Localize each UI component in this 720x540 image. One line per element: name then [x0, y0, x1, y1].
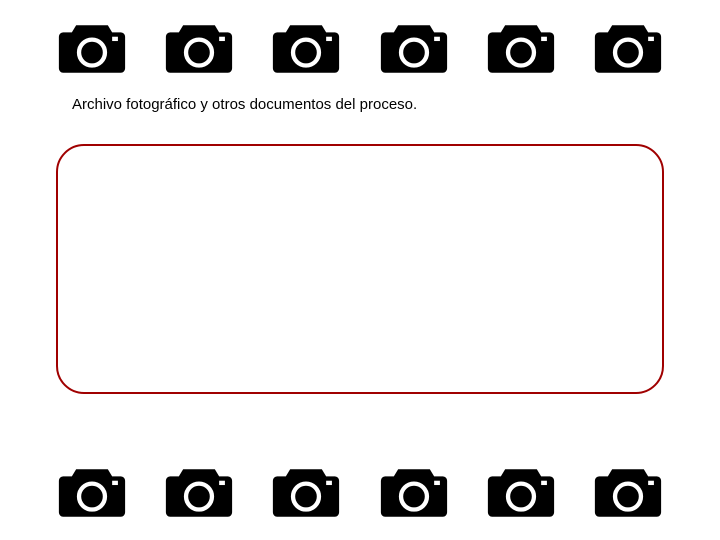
camera-icon	[592, 18, 664, 78]
camera-icon	[270, 462, 342, 522]
content-frame	[56, 144, 664, 394]
icon-row-top	[0, 0, 720, 78]
camera-icon	[270, 18, 342, 78]
camera-icon	[485, 18, 557, 78]
icon-row-bottom	[0, 462, 720, 540]
camera-icon	[378, 462, 450, 522]
camera-icon	[378, 18, 450, 78]
caption-text: Archivo fotográfico y otros documentos d…	[0, 78, 720, 113]
camera-icon	[56, 462, 128, 522]
camera-icon	[163, 18, 235, 78]
camera-icon	[592, 462, 664, 522]
camera-icon	[56, 18, 128, 78]
camera-icon	[485, 462, 557, 522]
camera-icon	[163, 462, 235, 522]
